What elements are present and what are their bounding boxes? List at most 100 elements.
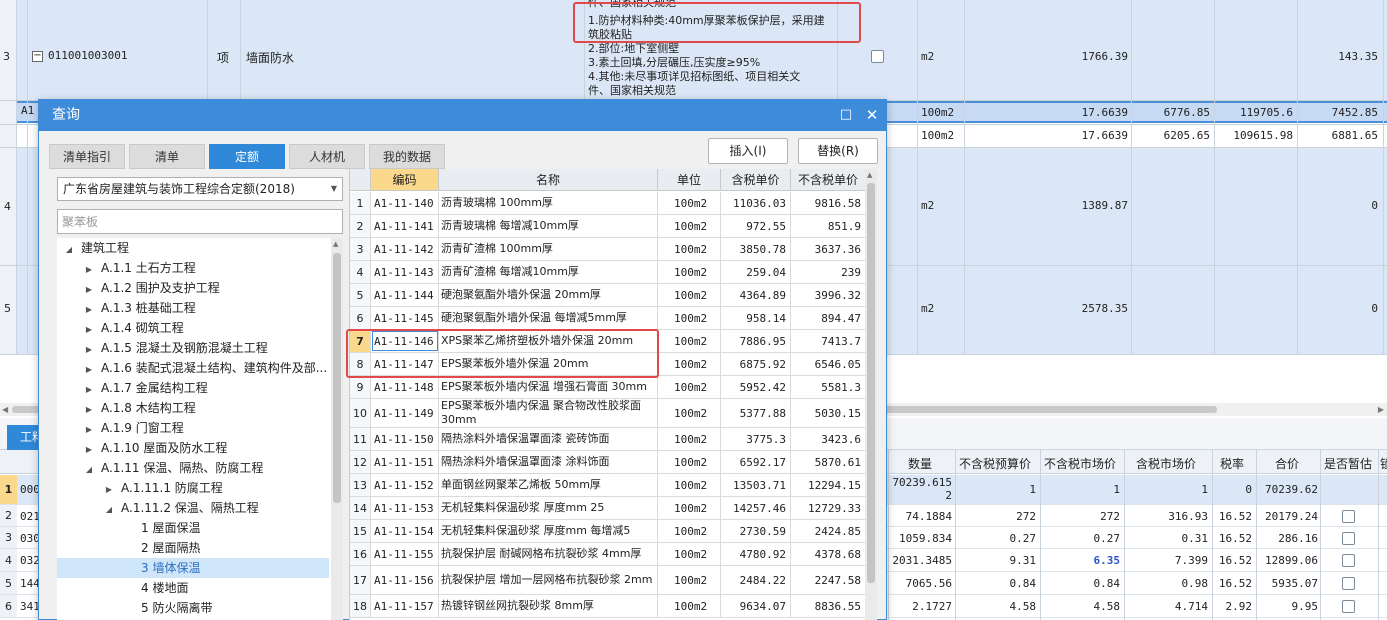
quota-row[interactable]: 13 A1-11-152 单面钢丝网聚苯乙烯板 50mm厚 100m2 13503.71… <box>350 474 865 497</box>
replace-button[interactable]: 替换(R) <box>798 138 878 164</box>
tree-node[interactable]: ◢ 建筑工程 <box>57 238 329 258</box>
tree-node[interactable]: ▶ A.1.11.1 防腐工程 <box>57 478 329 498</box>
grid-header-price[interactable]: 不含税单价 <box>791 169 865 191</box>
tab-my-data[interactable]: 我的数据 <box>369 144 445 169</box>
tree-node[interactable]: ▶ A.1.2 围护及支护工程 <box>57 278 329 298</box>
quota-price-tax: 5952.42 <box>721 376 791 398</box>
quota-row[interactable]: 3 A1-11-142 沥青矿渣棉 100mm厚 100m2 3850.78 3637.3… <box>350 238 865 261</box>
collapse-icon[interactable]: − <box>32 51 43 62</box>
scroll-right-icon[interactable]: ▶ <box>1378 405 1384 414</box>
estimate-checkbox[interactable] <box>1342 554 1355 567</box>
quota-row[interactable]: 8 A1-11-147 EPS聚苯板外墙外保温 20mm 100m2 6875.92 65… <box>350 353 865 376</box>
tree-node-label: A.1.9 门窗工程 <box>101 421 184 435</box>
quota-unit: 100m2 <box>658 284 721 306</box>
scroll-left-icon[interactable]: ◀ <box>2 405 8 414</box>
quota-price: 7413.7 <box>791 330 865 352</box>
quota-row[interactable]: 10 A1-11-149 EPS聚苯板外墙内保温 聚合物改性胶浆面 30mm 100m… <box>350 399 865 428</box>
quota-name: 沥青玻璃棉 每增减10mm厚 <box>439 215 658 237</box>
quota-unit: 100m2 <box>658 353 721 375</box>
close-icon[interactable]: ✕ <box>864 107 880 123</box>
tree-node[interactable]: ▶ A.1.4 砌筑工程 <box>57 318 329 338</box>
maximize-icon[interactable]: □ <box>838 107 854 123</box>
material-tax-rate: 16.52 <box>1218 510 1252 523</box>
quota-row[interactable]: 15 A1-11-154 无机轻集料保温砂浆 厚度mm 每增减5 100m2 2730.… <box>350 520 865 543</box>
estimate-checkbox[interactable] <box>1342 509 1355 523</box>
expanded-icon[interactable]: ◢ <box>83 460 95 478</box>
tree-node[interactable]: 4 楼地面 <box>57 578 329 598</box>
tree-node[interactable]: ▶ A.1.10 屋面及防水工程 <box>57 438 329 458</box>
tree-node[interactable]: 5 防火隔离带 <box>57 598 329 618</box>
insert-button[interactable]: 插入(I) <box>708 138 788 164</box>
tree-scrollbar[interactable]: ▲ <box>331 238 343 620</box>
grid-scrollbar-thumb[interactable] <box>867 183 875 583</box>
quota-row[interactable]: 17 A1-11-156 抗裂保护层 增加一层网格布抗裂砂浆 2mm 100m2 248… <box>350 566 865 595</box>
tree-node[interactable]: ▶ A.1.1 土石方工程 <box>57 258 329 278</box>
grid-header-price-tax[interactable]: 含税单价 <box>721 169 791 191</box>
collapsed-icon[interactable]: ▶ <box>83 400 95 418</box>
tree-node[interactable]: ▶ A.1.9 门窗工程 <box>57 418 329 438</box>
row-number: 4 <box>0 549 17 571</box>
collapsed-icon[interactable]: ▶ <box>83 360 95 378</box>
collapsed-icon[interactable]: ▶ <box>83 280 95 298</box>
tree-node[interactable]: 2 屋面隔热 <box>57 538 329 558</box>
quota-name: 沥青矿渣棉 每增减10mm厚 <box>439 261 658 283</box>
desc-line: 1.防护材料种类:40mm厚聚苯板保护层，采用建 <box>588 14 825 27</box>
tab-labor-material[interactable]: 人材机 <box>289 144 365 169</box>
quota-price-tax: 4364.89 <box>721 284 791 306</box>
search-input[interactable] <box>57 209 343 234</box>
tree-node[interactable]: 1 屋面保温 <box>57 518 329 538</box>
scroll-up-icon[interactable]: ▲ <box>867 171 872 179</box>
quota-row[interactable]: 4 A1-11-143 沥青矿渣棉 每增减10mm厚 100m2 259.04 239 <box>350 261 865 284</box>
tree-node[interactable]: ▶ A.1.5 混凝土及钢筋混凝土工程 <box>57 338 329 358</box>
expanded-icon[interactable]: ◢ <box>63 240 75 258</box>
tab-quota[interactable]: 定额 <box>209 144 285 169</box>
tree-scrollbar-thumb[interactable] <box>333 253 341 503</box>
quota-row[interactable]: 9 A1-11-148 EPS聚苯板外墙内保温 增强石膏面 30mm 100m2 595… <box>350 376 865 399</box>
collapsed-icon[interactable]: ▶ <box>83 380 95 398</box>
expanded-icon[interactable]: ◢ <box>103 500 115 518</box>
quota-row[interactable]: 6 A1-11-145 硬泡聚氨酯外墙外保温 每增减5mm厚 100m2 958.14 8… <box>350 307 865 330</box>
quota-row[interactable]: 2 A1-11-141 沥青玻璃棉 每增减10mm厚 100m2 972.55 851.9 <box>350 215 865 238</box>
scroll-up-icon[interactable]: ▲ <box>333 240 338 248</box>
collapsed-icon[interactable]: ▶ <box>83 320 95 338</box>
tree-node[interactable]: 3 墙体保温 <box>57 558 329 578</box>
collapsed-icon[interactable]: ▶ <box>83 300 95 318</box>
item-quantity: 2578.35 <box>1081 302 1128 315</box>
tab-list-guide[interactable]: 清单指引 <box>49 144 125 169</box>
quota-row[interactable]: 5 A1-11-144 硬泡聚氨酯外墙外保温 20mm厚 100m2 4364.89 39… <box>350 284 865 307</box>
collapsed-icon[interactable]: ▶ <box>103 480 115 498</box>
quota-row[interactable]: 12 A1-11-151 隔热涂料外墙保温罩面漆 涂料饰面 100m2 6592.17 5… <box>350 451 865 474</box>
quota-code: A1-11-142 <box>371 238 439 260</box>
tree-node[interactable]: ◢ A.1.11.2 保温、隔热工程 <box>57 498 329 518</box>
quota-price: 3423.6 <box>791 428 865 450</box>
collapsed-icon[interactable]: ▶ <box>83 440 95 458</box>
query-dialog: 查询 □ ✕ 清单指引 清单 定额 人材机 我的数据 插入(I) 替换(R) 广… <box>38 99 887 620</box>
tree-node[interactable]: ◢ A.1.11 保温、隔热、防腐工程 <box>57 458 329 478</box>
quota-row[interactable]: 7 A1-11-146 XPS聚苯乙烯挤塑板外墙外保温 20mm 100m2 7886.… <box>350 330 865 353</box>
tree-node[interactable]: ▶ A.1.3 桩基础工程 <box>57 298 329 318</box>
grid-header-name[interactable]: 名称 <box>439 169 658 191</box>
quota-row[interactable]: 18 A1-11-157 热镀锌钢丝网抗裂砂浆 8mm厚 100m2 9634.07 88… <box>350 595 865 618</box>
quota-code: A1-11-148 <box>371 376 439 398</box>
collapsed-icon[interactable]: ▶ <box>83 340 95 358</box>
collapsed-icon[interactable]: ▶ <box>83 260 95 278</box>
grid-header-code[interactable]: 编码 <box>371 169 439 191</box>
grid-header-unit[interactable]: 单位 <box>658 169 721 191</box>
quota-library-select[interactable]: 广东省房屋建筑与装饰工程综合定额(2018) ▼ <box>57 177 343 201</box>
row-checkbox[interactable] <box>871 50 884 63</box>
quota-row[interactable]: 11 A1-11-150 隔热涂料外墙保温罩面漆 瓷砖饰面 100m2 3775.3 34… <box>350 428 865 451</box>
quota-row[interactable]: 1 A1-11-140 沥青玻璃棉 100mm厚 100m2 11036.03 9816.… <box>350 192 865 215</box>
collapsed-icon[interactable]: ▶ <box>83 420 95 438</box>
tree-node[interactable]: ▶ A.1.6 装配式混凝土结构、建筑构件及部... <box>57 358 329 378</box>
estimate-checkbox[interactable] <box>1342 531 1355 545</box>
quota-row[interactable]: 14 A1-11-153 无机轻集料保温砂浆 厚度mm 25 100m2 14257.4… <box>350 497 865 520</box>
tree-node[interactable]: ▶ A.1.7 金属结构工程 <box>57 378 329 398</box>
estimate-checkbox[interactable] <box>1342 577 1355 590</box>
tree-node[interactable]: ▶ A.1.8 木结构工程 <box>57 398 329 418</box>
estimate-checkbox[interactable] <box>1342 600 1355 613</box>
tab-list[interactable]: 清单 <box>129 144 205 169</box>
quota-row[interactable]: 16 A1-11-155 抗裂保护层 耐碱网格布抗裂砂浆 4mm厚 100m2 4780… <box>350 543 865 566</box>
grid-scrollbar[interactable]: ▲ <box>865 169 877 620</box>
quota-price-tax: 11036.03 <box>721 192 791 214</box>
row-index: 18 <box>350 595 371 617</box>
